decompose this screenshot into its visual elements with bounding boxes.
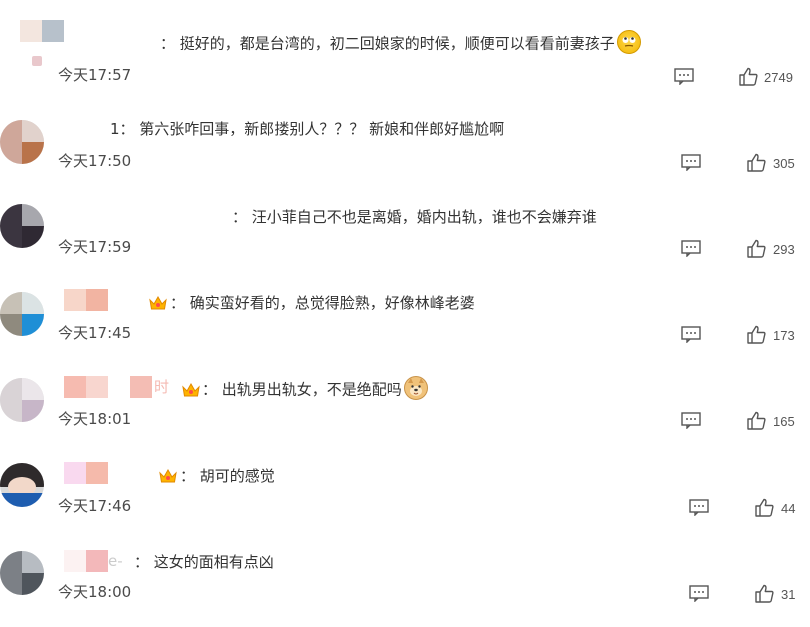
- reply-icon[interactable]: [689, 585, 709, 603]
- comment-time: 今天17:46: [58, 497, 132, 515]
- vip-crown-icon: [181, 381, 201, 399]
- comment-text: 1： 第六张咋回事，新郎搂别人？？？ 新娘和伴郎好尴尬啊: [110, 120, 505, 138]
- avatar[interactable]: [20, 20, 66, 66]
- username[interactable]: 时: [64, 376, 174, 398]
- like-count: 31: [781, 587, 796, 602]
- comment-item: ： 汪小菲自己不也是离婚，婚内出轨，谁也不会嫌弃谁 今天17:59 293: [0, 196, 810, 282]
- like-count: 293: [773, 242, 795, 257]
- like-icon[interactable]: [747, 411, 766, 430]
- comment-item: e- ： 这女的面相有点凶 今天18:00 31: [0, 541, 810, 627]
- comment-time: 今天17:45: [58, 324, 132, 342]
- reply-icon[interactable]: [681, 154, 701, 172]
- avatar[interactable]: [0, 463, 44, 507]
- like-count: 173: [773, 328, 795, 343]
- username[interactable]: e-: [64, 550, 134, 572]
- comment-text: ： 挺好的，都是台湾的，初二回娘家的时候，顺便可以看看前妻孩子: [160, 30, 641, 56]
- comment-time: 今天18:00: [58, 583, 132, 601]
- reply-icon[interactable]: [681, 412, 701, 430]
- comment-time: 今天17:59: [58, 238, 132, 256]
- vip-crown-icon: [148, 294, 168, 312]
- like-icon[interactable]: [747, 153, 766, 172]
- comment-text: ： 汪小菲自己不也是离婚，婚内出轨，谁也不会嫌弃谁: [232, 208, 597, 226]
- comment-text: ： 确实蛮好看的，总觉得脸熟，好像林峰老婆: [170, 294, 475, 312]
- like-icon[interactable]: [755, 584, 774, 603]
- comment-time: 今天17:50: [58, 152, 132, 170]
- like-icon[interactable]: [747, 239, 766, 258]
- comment-time: 今天18:01: [58, 410, 132, 428]
- avatar[interactable]: [0, 378, 44, 422]
- doge-emoji-icon: [403, 376, 428, 400]
- username[interactable]: [64, 462, 110, 484]
- reply-icon[interactable]: [681, 240, 701, 258]
- comment-item: 时 ： 出轨男出轨女，不是绝配吗 今天18:01 165: [0, 368, 810, 454]
- reply-icon[interactable]: [681, 326, 701, 344]
- comment-text: ： 这女的面相有点凶: [134, 553, 274, 571]
- reply-icon[interactable]: [689, 499, 709, 517]
- avatar[interactable]: [0, 204, 44, 248]
- comment-item: ： 挺好的，都是台湾的，初二回娘家的时候，顺便可以看看前妻孩子 今天17:57 …: [0, 10, 810, 96]
- like-icon[interactable]: [747, 325, 766, 344]
- comment-item: ： 胡可的感觉 今天17:46 44: [0, 455, 810, 541]
- like-count: 165: [773, 414, 795, 429]
- rolling-eyes-emoji-icon: [616, 30, 641, 54]
- comment-text: ： 出轨男出轨女，不是绝配吗: [202, 376, 428, 402]
- comment-text: ： 胡可的感觉: [180, 467, 275, 485]
- like-icon[interactable]: [739, 67, 758, 86]
- like-count: 44: [781, 501, 796, 516]
- avatar[interactable]: [0, 120, 44, 164]
- like-count: 305: [773, 156, 795, 171]
- avatar[interactable]: [0, 551, 44, 595]
- comment-time: 今天17:57: [58, 66, 132, 84]
- comment-item: ： 确实蛮好看的，总觉得脸熟，好像林峰老婆 今天17:45 173: [0, 282, 810, 368]
- like-count: 2749: [764, 70, 793, 85]
- username[interactable]: [64, 289, 110, 311]
- reply-icon[interactable]: [674, 68, 694, 86]
- like-icon[interactable]: [755, 498, 774, 517]
- avatar[interactable]: [0, 292, 44, 336]
- vip-crown-icon: [158, 467, 178, 485]
- comment-item: 1： 第六张咋回事，新郎搂别人？？？ 新娘和伴郎好尴尬啊 今天17:50 305: [0, 110, 810, 196]
